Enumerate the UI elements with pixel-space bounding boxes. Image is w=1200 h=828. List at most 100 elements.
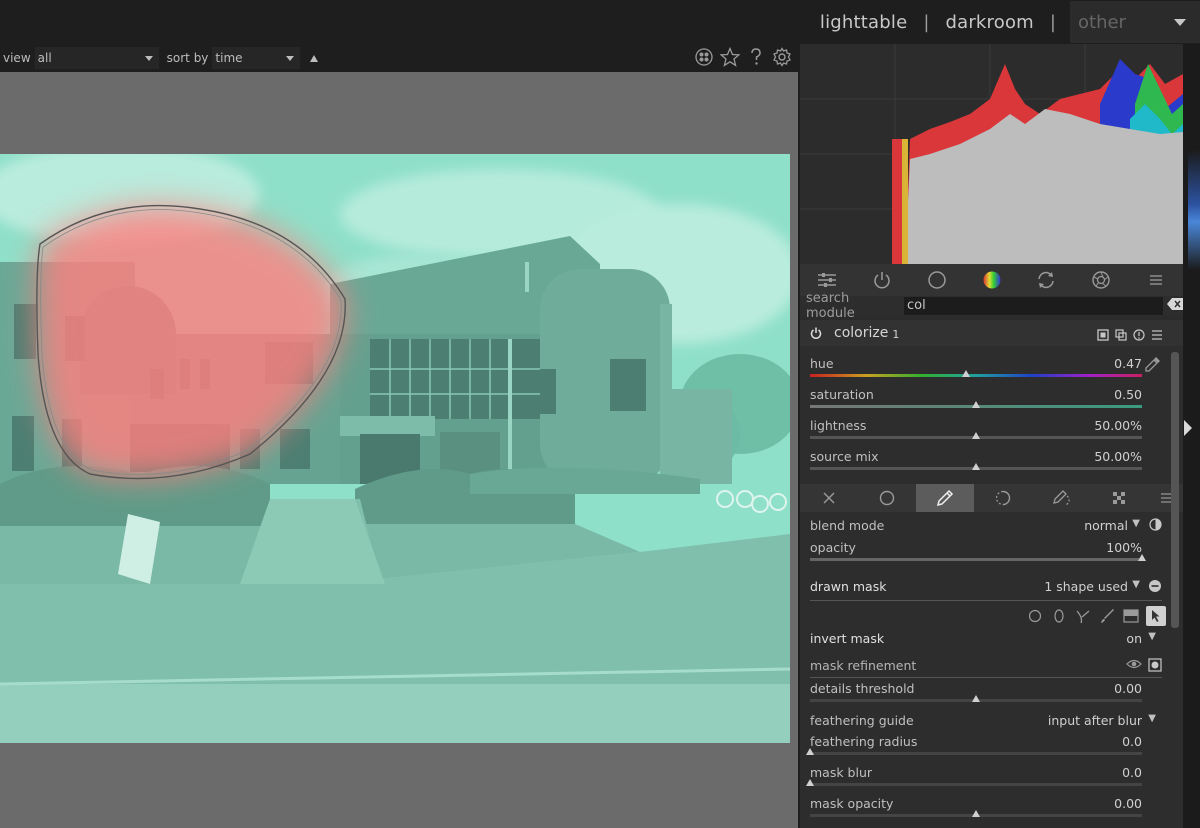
menu-icon[interactable] [1128, 264, 1183, 296]
source-mix-slider[interactable]: source mix 50.00% [810, 449, 1142, 479]
mask-opacity-slider[interactable]: mask opacity 0.00 [810, 796, 1142, 826]
view-switcher: lighttable | darkroom | other [818, 0, 1200, 44]
module-header[interactable]: colorize 1 [800, 320, 1183, 346]
lightness-marker[interactable] [972, 432, 980, 439]
mask-opacity-value: 0.00 [1114, 796, 1142, 811]
module-power-icon[interactable] [810, 324, 822, 343]
circle-shape-icon[interactable] [1026, 609, 1044, 623]
clear-search-icon[interactable] [1167, 298, 1183, 314]
star-icon[interactable] [720, 46, 740, 68]
mask-shape-tools [1026, 606, 1166, 626]
ellipse-shape-icon[interactable] [1050, 609, 1068, 623]
blend-raster-tab[interactable] [1090, 484, 1148, 512]
reset-icon[interactable] [1133, 326, 1145, 345]
feathering-guide-label: feathering guide [810, 713, 914, 728]
path-shape-icon[interactable] [1074, 608, 1092, 624]
blend-off-tab[interactable] [800, 484, 858, 512]
histogram[interactable] [800, 44, 1183, 264]
sort-select[interactable]: time [212, 47, 301, 69]
color-labels-icon[interactable] [694, 46, 714, 68]
saturation-label: saturation [810, 387, 874, 402]
opacity-slider[interactable]: opacity 100% [810, 540, 1146, 570]
view-darkroom[interactable]: darkroom [943, 12, 1035, 33]
source-mix-marker[interactable] [972, 463, 980, 470]
panel-scrollbar[interactable] [1171, 352, 1179, 628]
source-mix-label: source mix [810, 449, 879, 464]
invert-mask-value[interactable]: on [1126, 631, 1142, 646]
center-view[interactable] [0, 72, 798, 828]
chevron-down-icon: ▼ [1132, 518, 1140, 529]
details-threshold-slider[interactable]: details threshold 0.00 [810, 681, 1142, 711]
color-wheel-icon[interactable] [964, 264, 1019, 296]
photo-canvas[interactable] [0, 154, 790, 743]
mask-blur-slider[interactable]: mask blur 0.0 [806, 765, 1142, 795]
presets-menu-icon[interactable] [1151, 326, 1163, 345]
blend-drawn-parametric-tab[interactable] [1032, 484, 1090, 512]
lightness-label: lightness [810, 418, 867, 433]
mask-blur-value: 0.0 [1122, 765, 1142, 780]
multi-instance-icon[interactable] [1097, 326, 1109, 345]
blend-drawn-mask-tab[interactable] [916, 484, 975, 512]
half-circle-icon[interactable] [1149, 518, 1162, 534]
feathering-radius-marker[interactable] [806, 748, 814, 755]
blend-uniform-tab[interactable] [858, 484, 916, 512]
search-module-input[interactable]: col [904, 297, 1163, 315]
opacity-track[interactable] [810, 558, 1142, 561]
blend-mode-row[interactable]: blend mode normal ▼ [810, 518, 1162, 538]
color-picker-icon[interactable] [1145, 356, 1161, 376]
gear-icon[interactable] [772, 46, 792, 68]
view-other-dropdown[interactable]: other [1070, 1, 1200, 43]
saturation-marker[interactable] [972, 401, 980, 408]
blend-parametric-tab[interactable] [974, 484, 1032, 512]
hue-label: hue [810, 356, 834, 371]
refresh-icon[interactable] [1019, 264, 1074, 296]
photo-image [0, 154, 790, 743]
hue-slider[interactable]: hue 0.47 [810, 356, 1142, 386]
details-threshold-marker[interactable] [972, 695, 980, 702]
feathering-radius-value: 0.0 [1122, 734, 1142, 749]
view-filter-select[interactable]: all [34, 47, 159, 69]
sort-value: time [215, 51, 243, 65]
help-icon[interactable] [746, 46, 766, 68]
mask-opacity-marker[interactable] [972, 810, 980, 817]
eye-icon[interactable] [1126, 658, 1142, 673]
edit-shapes-icon[interactable] [1146, 606, 1166, 626]
feathering-guide-value[interactable]: input after blur [1048, 713, 1142, 728]
mask-blur-label: mask blur [810, 765, 873, 780]
blend-tabs [800, 484, 1183, 512]
hue-track[interactable] [810, 374, 1142, 377]
module-search: search module col [800, 291, 1183, 321]
mask-blur-marker[interactable] [806, 779, 814, 786]
view-lighttable[interactable]: lighttable [818, 12, 909, 33]
hue-marker[interactable] [962, 370, 971, 377]
drawn-mask-value[interactable]: 1 shape used [1044, 579, 1128, 594]
view-separator: | [1049, 11, 1056, 33]
view-filter-value: all [37, 51, 52, 65]
opacity-label: opacity [810, 540, 856, 555]
hue-value: 0.47 [1114, 356, 1142, 371]
copy-icon[interactable] [1115, 326, 1127, 345]
remove-circle-icon[interactable] [1148, 579, 1162, 596]
mask-opacity-label: mask opacity [810, 796, 894, 811]
opacity-marker[interactable] [1138, 554, 1146, 561]
collapse-panel-icon[interactable] [1184, 420, 1192, 436]
gradient-shape-icon[interactable] [1122, 609, 1140, 623]
circle-icon[interactable] [909, 264, 964, 296]
desktop-background [1188, 150, 1200, 270]
sort-order-icon[interactable] [310, 54, 319, 62]
invert-mask-row[interactable]: invert mask on ▼ [810, 631, 1162, 651]
right-panel: search module col colorize 1 hue 0.47 sa… [800, 44, 1200, 828]
saturation-slider[interactable]: saturation 0.50 [810, 387, 1142, 417]
drawn-mask-row[interactable]: drawn mask 1 shape used ▼ [810, 579, 1162, 601]
view-separator: | [923, 11, 930, 33]
lightness-slider[interactable]: lightness 50.00% [810, 418, 1142, 448]
mask-display-icon[interactable] [1148, 658, 1162, 675]
aperture-icon[interactable] [1074, 264, 1129, 296]
blend-mode-value[interactable]: normal [1084, 518, 1128, 533]
mask-blur-track[interactable] [810, 783, 1142, 786]
view-other-label: other [1078, 11, 1126, 33]
feathering-radius-track[interactable] [810, 752, 1142, 755]
feathering-radius-slider[interactable]: feathering radius 0.0 [806, 734, 1142, 764]
brush-shape-icon[interactable] [1098, 608, 1116, 624]
feathering-guide-row[interactable]: feathering guide input after blur ▼ [810, 713, 1162, 733]
